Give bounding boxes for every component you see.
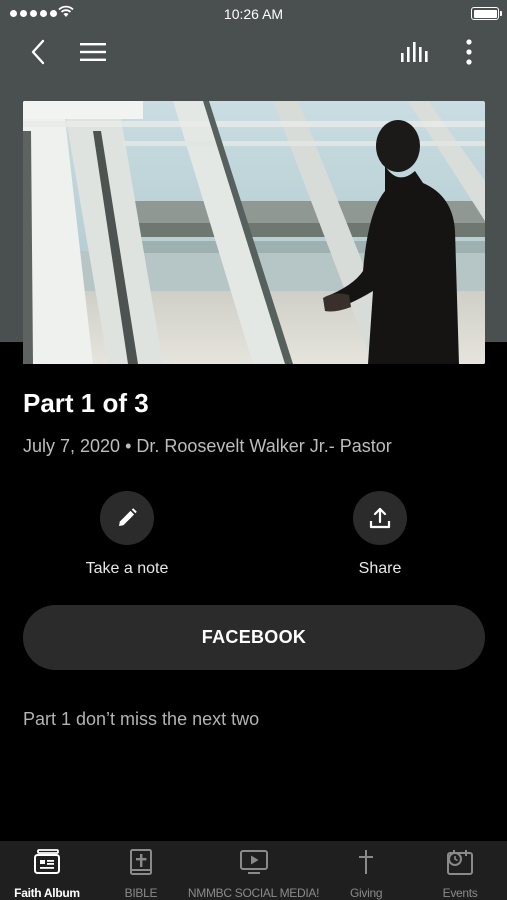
tab-label-faith-album: Faith Album <box>14 886 80 900</box>
bible-icon <box>129 849 152 875</box>
pencil-icon <box>119 508 137 526</box>
tab-bible[interactable]: BIBLE <box>94 841 188 900</box>
sermon-title: Part 1 of 3 <box>23 388 149 418</box>
tab-giving[interactable]: Giving <box>319 841 413 900</box>
sermon-image[interactable] <box>23 101 485 364</box>
sermon-photo-illustration <box>23 101 485 364</box>
share-upload-icon <box>369 507 391 529</box>
tab-label-bible: BIBLE <box>124 886 158 900</box>
take-note-button[interactable]: Take a note <box>47 491 207 578</box>
sermon-meta: July 7, 2020 • Dr. Roosevelt Walker Jr.-… <box>23 436 392 456</box>
facebook-button[interactable]: FACEBOOK <box>23 605 485 670</box>
album-icon <box>33 849 60 874</box>
tab-label-giving: Giving <box>349 886 383 900</box>
share-circle <box>353 491 407 545</box>
more-vertical-icon <box>466 39 472 65</box>
take-note-label: Take a note <box>85 560 169 577</box>
back-button[interactable] <box>20 34 56 70</box>
tab-bar: Faith Album BIBLE NMMBC SOCIAL MEDIA! Gi… <box>0 841 507 900</box>
take-note-circle <box>100 491 154 545</box>
tab-faith-album[interactable]: Faith Album <box>0 841 94 900</box>
nav-bar <box>0 28 507 76</box>
status-time: 10:26 AM <box>223 6 284 22</box>
calendar-clock-icon <box>447 850 474 875</box>
tab-social-media[interactable]: NMMBC SOCIAL MEDIA! <box>188 841 319 900</box>
tab-label-social-media: NMMBC SOCIAL MEDIA! <box>187 886 320 900</box>
audio-button[interactable] <box>397 34 433 70</box>
menu-button[interactable] <box>75 34 111 70</box>
share-button[interactable]: Share <box>300 491 460 578</box>
more-options-button[interactable] <box>451 34 487 70</box>
tv-play-icon <box>239 850 268 874</box>
tab-events[interactable]: Events <box>413 841 507 900</box>
tab-label-events: Events <box>442 886 478 900</box>
share-label: Share <box>358 560 402 577</box>
sermon-description: Part 1 don’t miss the next two <box>23 709 260 729</box>
battery-icon <box>471 7 502 20</box>
hamburger-icon <box>80 43 106 61</box>
status-bar: 10:26 AM <box>0 0 507 28</box>
audio-bars-icon <box>401 42 428 62</box>
chevron-left-icon <box>31 39 45 65</box>
cross-icon <box>359 850 374 874</box>
